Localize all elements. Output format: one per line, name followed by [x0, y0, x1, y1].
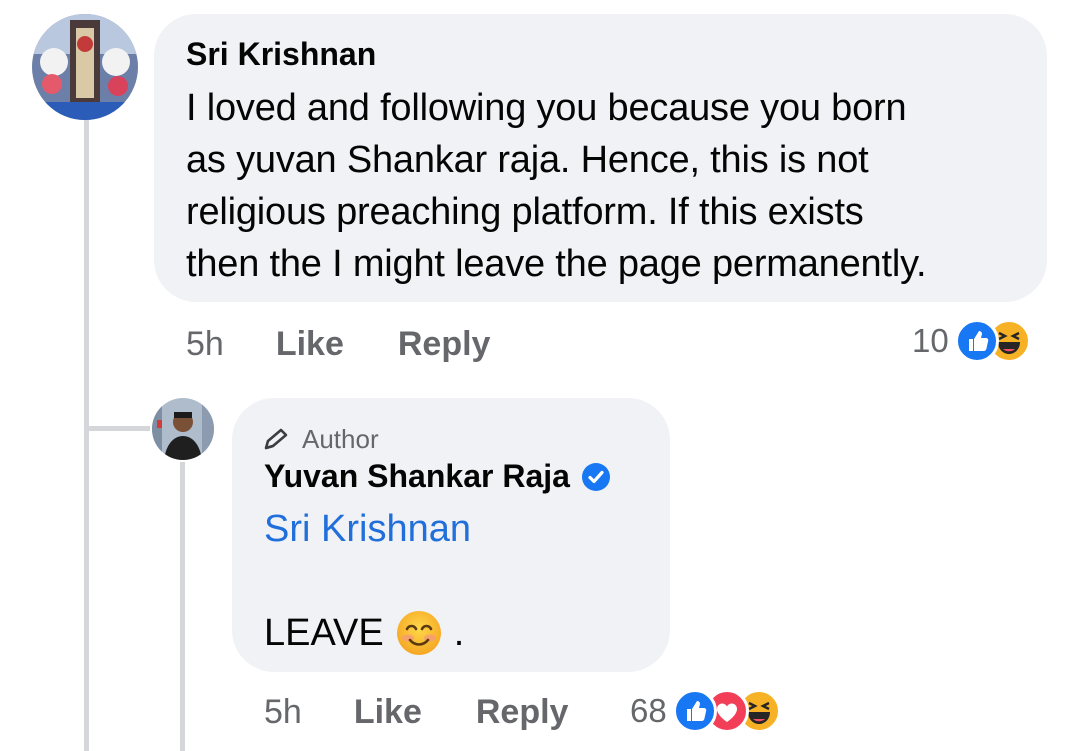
comment-text: I loved and following you because you bo… — [186, 82, 927, 290]
reply-text-word: LEAVE — [264, 611, 384, 654]
comment-reply-button[interactable]: Reply — [398, 325, 491, 364]
comment-actions: 5h Like Reply — [186, 322, 490, 366]
reply-text: LEAVE . — [264, 610, 464, 656]
reply-bubble: Author Yuvan Shankar Raja Sri Krishnan L… — [232, 398, 670, 672]
reply-reaction-count: 68 — [630, 692, 667, 729]
author-badge: Author — [262, 424, 379, 455]
like-icon — [954, 319, 999, 363]
thread-line-branch — [84, 426, 150, 431]
comment-reactions[interactable]: 10 — [912, 316, 1031, 366]
comment-bubble: Sri Krishnan I loved and following you b… — [154, 14, 1047, 302]
comment-reaction-count: 10 — [912, 322, 949, 359]
smiling-face-icon — [396, 610, 442, 656]
comment-text-line: as yuvan Shankar raja. Hence, this is no… — [186, 139, 869, 181]
thread-line-reply — [180, 462, 185, 751]
like-icon — [672, 689, 717, 733]
reply-text-suffix: . — [453, 611, 465, 654]
comment-text-line: religious preaching platform. If this ex… — [186, 191, 864, 233]
pencil-icon — [264, 428, 288, 449]
mention-link[interactable]: Sri Krishnan — [264, 508, 471, 551]
reply-author-avatar[interactable] — [152, 398, 214, 460]
reply-reactions[interactable]: 68 — [630, 686, 781, 736]
comment-text-line: then the I might leave the page permanen… — [186, 243, 927, 285]
comment-like-button[interactable]: Like — [276, 325, 344, 364]
author-badge-label: Author — [302, 424, 379, 454]
commenter-avatar[interactable] — [32, 14, 138, 120]
reply-timestamp[interactable]: 5h — [264, 693, 302, 732]
author-photo-image — [152, 398, 214, 460]
reply-reply-button[interactable]: Reply — [476, 693, 569, 732]
comment-text-line: I loved and following you because you bo… — [186, 87, 907, 129]
verified-badge-icon — [581, 462, 610, 491]
reply-like-button[interactable]: Like — [354, 693, 422, 732]
reply-author-name[interactable]: Yuvan Shankar Raja — [264, 458, 570, 495]
comment-author-name[interactable]: Sri Krishnan — [186, 36, 376, 73]
thread-line-main — [84, 120, 89, 751]
comment-timestamp[interactable]: 5h — [186, 325, 224, 364]
reply-author-row: Yuvan Shankar Raja — [264, 458, 610, 495]
deity-photo-image — [32, 14, 138, 120]
reply-actions: 5h Like Reply — [264, 690, 568, 734]
